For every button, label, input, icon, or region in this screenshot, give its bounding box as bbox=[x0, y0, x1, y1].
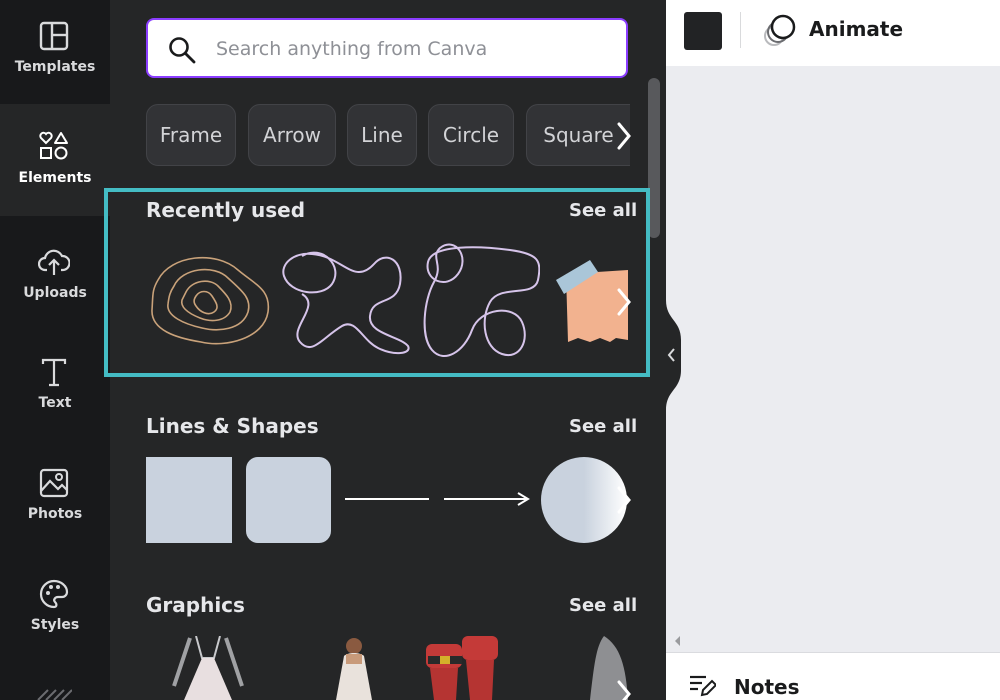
notes-icon[interactable] bbox=[688, 671, 716, 699]
shapes-next-chevron-icon[interactable] bbox=[612, 480, 636, 520]
graphic-wedding-dress[interactable] bbox=[170, 636, 246, 700]
chip-arrow[interactable]: Arrow bbox=[248, 104, 336, 166]
more-rail-icon bbox=[37, 689, 72, 700]
graphic-bride-figure[interactable] bbox=[324, 636, 384, 700]
editor-canvas-area[interactable] bbox=[666, 66, 1000, 652]
toolbar-divider bbox=[740, 12, 741, 48]
animate-icon[interactable] bbox=[762, 12, 798, 48]
palette-icon bbox=[39, 579, 69, 609]
rail-item-elements[interactable]: Elements bbox=[0, 104, 110, 216]
lines-shapes-title: Lines & Shapes bbox=[146, 414, 319, 438]
animate-button[interactable]: Animate bbox=[809, 17, 903, 41]
chip-circle[interactable]: Circle bbox=[428, 104, 514, 166]
panel-collapse-tab[interactable] bbox=[653, 300, 683, 410]
templates-icon bbox=[39, 21, 69, 51]
lines-shapes-see-all[interactable]: See all bbox=[569, 416, 637, 437]
chip-frame[interactable]: Frame bbox=[146, 104, 236, 166]
elements-icon bbox=[39, 131, 68, 160]
cloud-upload-icon bbox=[38, 249, 70, 275]
rail-label-styles: Styles bbox=[30, 617, 80, 633]
graphics-title: Graphics bbox=[146, 593, 245, 617]
graphic-red-boots[interactable] bbox=[422, 634, 502, 700]
text-icon bbox=[41, 358, 67, 387]
rail-label-templates: Templates bbox=[14, 59, 96, 75]
rail-label-text: Text bbox=[38, 395, 72, 411]
color-swatch[interactable] bbox=[684, 12, 722, 50]
search-input[interactable]: Search anything from Canva bbox=[146, 18, 628, 78]
chip-line[interactable]: Line bbox=[347, 104, 417, 166]
rail-item-photos[interactable]: Photos bbox=[0, 447, 110, 551]
left-rail: Templates Elements Uploads Text Photos S… bbox=[0, 0, 110, 700]
graphics-see-all[interactable]: See all bbox=[569, 595, 637, 616]
recently-used-highlight bbox=[104, 188, 650, 377]
search-placeholder: Search anything from Canva bbox=[216, 38, 488, 60]
editor-bottom-bar: Notes bbox=[666, 652, 1000, 700]
notes-button[interactable]: Notes bbox=[734, 675, 800, 699]
rail-item-styles[interactable]: Styles bbox=[0, 558, 110, 662]
rail-label-elements: Elements bbox=[18, 170, 92, 186]
graphics-next-chevron-icon[interactable] bbox=[612, 674, 636, 700]
rail-item-text[interactable]: Text bbox=[0, 336, 110, 440]
photo-icon bbox=[39, 468, 69, 498]
shape-rounded-square[interactable] bbox=[246, 457, 331, 543]
chips-next-chevron-icon[interactable] bbox=[612, 116, 636, 156]
editor-top-toolbar: Animate bbox=[666, 0, 1000, 66]
rail-item-templates[interactable]: Templates bbox=[0, 0, 110, 104]
rail-label-uploads: Uploads bbox=[23, 285, 87, 301]
shape-line[interactable] bbox=[345, 498, 429, 500]
rail-item-uploads[interactable]: Uploads bbox=[0, 226, 110, 330]
search-icon bbox=[169, 37, 196, 64]
rail-label-photos: Photos bbox=[27, 506, 83, 522]
canvas-scroll-left-icon[interactable] bbox=[666, 630, 1000, 652]
shape-arrow-line[interactable] bbox=[444, 490, 530, 508]
shape-square[interactable] bbox=[146, 457, 232, 543]
